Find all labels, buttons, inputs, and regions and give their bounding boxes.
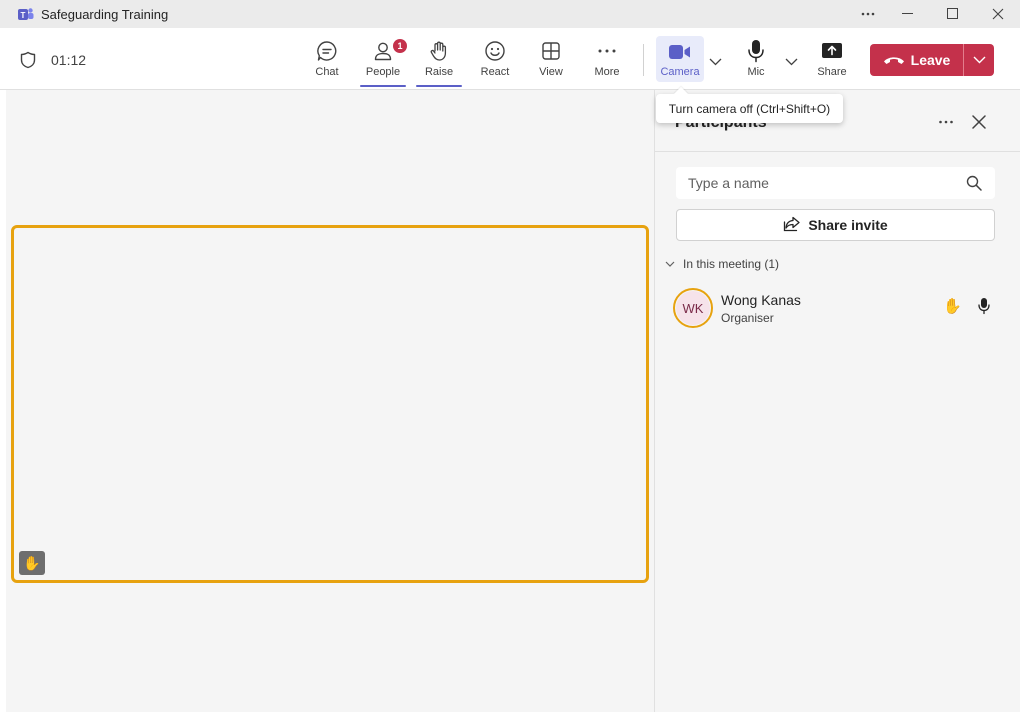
share-invite-label: Share invite [808,217,888,233]
raise-label: Raise [424,66,454,78]
people-label: People [365,66,401,78]
svg-text:T: T [21,11,26,20]
share-invite-button[interactable]: Share invite [676,209,995,241]
chat-button[interactable]: Chat [299,38,355,86]
mic-options-chevron-icon[interactable] [785,53,798,71]
more-dots-icon [596,38,618,64]
camera-button[interactable]: Camera [656,36,704,82]
video-camera-icon [668,38,692,66]
people-count-badge: 1 [393,39,407,53]
smiley-icon [484,38,506,64]
chat-icon [316,38,338,64]
camera-label: Camera [660,66,700,78]
react-button[interactable]: React [467,38,523,86]
react-label: React [480,66,510,78]
close-icon[interactable] [971,114,987,135]
microphone-icon [746,38,766,64]
window-controls [851,0,1020,28]
search-icon[interactable] [966,175,982,196]
chevron-down-icon [665,257,675,271]
meeting-timer: 01:12 [51,52,87,68]
title-bar: T Safeguarding Training [0,0,1020,28]
view-label: View [539,66,563,78]
chat-label: Chat [315,66,339,78]
teams-logo-icon: T [17,6,35,22]
mic-icon [977,297,991,320]
mic-label: Mic [747,66,765,78]
grid-view-icon [540,38,562,64]
raise-hand-icon [428,38,450,64]
leave-label: Leave [910,52,951,68]
mic-button[interactable]: Mic [728,38,784,86]
leave-button-group: Leave [870,44,994,76]
share-invite-icon [783,216,800,235]
view-button[interactable]: View [523,38,579,86]
tooltip-text: Turn camera off (Ctrl+Shift+O) [668,101,831,116]
maximize-button[interactable] [930,0,975,28]
more-button[interactable]: More [579,38,635,86]
phone-hangup-icon [883,52,905,68]
window-more-icon[interactable] [851,0,885,28]
avatar: WK [673,288,713,328]
hand-raised-icon: ✋ [943,298,962,315]
participant-name: Wong Kanas [721,292,801,308]
raised-hand-indicator-icon: ✋ [19,551,45,575]
participants-panel: Participants Share invite In this meetin… [654,90,1020,712]
more-label: More [594,66,620,78]
toolbar-divider [643,44,644,76]
leave-button[interactable]: Leave [870,44,963,76]
share-label: Share [817,66,847,78]
close-window-button[interactable] [975,0,1020,28]
section-label: In this meeting (1) [683,257,780,271]
participant-search [676,167,995,199]
shield-icon [20,51,36,74]
participant-role: Organiser [721,311,774,325]
leave-options-chevron-icon[interactable] [964,56,994,64]
participant-row[interactable]: WK Wong Kanas Organiser ✋ [673,287,1003,331]
in-meeting-section-toggle[interactable]: In this meeting (1) [665,257,779,271]
camera-options-chevron-icon[interactable] [709,53,722,71]
people-icon [372,38,394,64]
participant-search-input[interactable] [676,167,946,199]
share-button[interactable]: Share [804,38,860,86]
panel-more-icon[interactable] [938,114,954,135]
participant-video-tile[interactable]: ✋ [11,225,649,583]
camera-tooltip: Turn camera off (Ctrl+Shift+O) [656,94,843,123]
people-button[interactable]: 1 People [360,38,407,87]
window-title: Safeguarding Training [41,6,169,22]
meeting-toolbar: 01:12 Chat 1 People Raise React View Mor… [0,28,1020,90]
minimize-button[interactable] [885,0,930,28]
raise-hand-button[interactable]: Raise [416,38,462,87]
share-screen-icon [821,38,843,64]
avatar-initials: WK [682,300,704,316]
